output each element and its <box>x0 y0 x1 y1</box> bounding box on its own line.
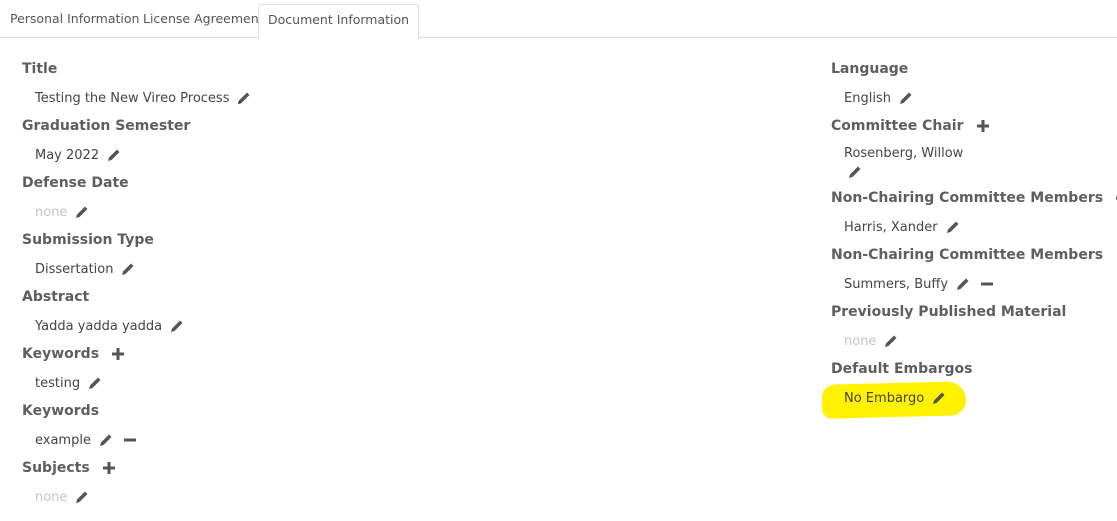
field-label: Language <box>831 61 909 77</box>
pencil-icon[interactable] <box>847 164 863 180</box>
tab-bar: Personal Information License Agreement D… <box>0 0 1117 39</box>
tab-document-information[interactable]: Document Information <box>258 4 420 39</box>
pencil-icon[interactable] <box>106 147 122 163</box>
pencil-icon[interactable] <box>898 90 914 106</box>
field-label: Keywords <box>22 346 100 362</box>
field-label: Committee Chair <box>831 118 964 134</box>
minus-icon[interactable] <box>981 278 994 290</box>
field-value: Testing the New Vireo Process <box>35 90 230 106</box>
field-value: none <box>35 489 68 505</box>
field-value: English <box>844 90 891 106</box>
pencil-icon[interactable] <box>74 204 90 220</box>
pencil-icon[interactable] <box>169 318 185 334</box>
field-label: Previously Published Material <box>831 304 1067 320</box>
plus-icon[interactable] <box>976 119 990 133</box>
pencil-icon[interactable] <box>236 90 252 106</box>
field-label: Non-Chairing Committee Members <box>831 190 1104 206</box>
field-label: Title <box>22 61 58 77</box>
pencil-icon[interactable] <box>120 261 136 277</box>
field-value: No Embargo <box>844 390 925 406</box>
field-label: Graduation Semester <box>22 118 191 134</box>
field-value: Rosenberg, Willow <box>844 146 964 161</box>
pencil-icon[interactable] <box>883 333 899 349</box>
pencil-icon[interactable] <box>74 489 90 505</box>
pencil-icon[interactable] <box>955 276 971 292</box>
pencil-icon[interactable] <box>931 390 947 406</box>
field-value: Summers, Buffy <box>844 276 949 292</box>
minus-icon[interactable] <box>123 434 136 446</box>
field-value: Harris, Xander <box>844 219 938 235</box>
field-label: Defense Date <box>22 175 129 191</box>
field-label: Keywords <box>22 403 100 419</box>
pencil-icon[interactable] <box>945 219 961 235</box>
tab-license-agreement[interactable]: License Agreement <box>134 4 273 38</box>
field-value: none <box>844 333 877 349</box>
field-label: Non-Chairing Committee Members <box>831 247 1104 263</box>
plus-icon[interactable] <box>111 347 125 361</box>
field-value: example <box>35 432 91 448</box>
pencil-icon[interactable] <box>87 375 103 391</box>
field-value: none <box>35 204 68 220</box>
field-label: Default Embargos <box>831 361 973 377</box>
field-label: Abstract <box>22 289 90 305</box>
field-label: Subjects <box>22 460 90 476</box>
field-label: Submission Type <box>22 232 154 248</box>
field-value: Yadda yadda yadda <box>35 318 163 334</box>
plus-icon[interactable] <box>102 461 116 475</box>
field-value: Dissertation <box>35 261 114 277</box>
pencil-icon[interactable] <box>98 432 114 448</box>
tab-personal-information[interactable]: Personal Information <box>1 4 148 38</box>
field-value: testing <box>35 375 81 391</box>
field-value: May 2022 <box>35 147 100 163</box>
